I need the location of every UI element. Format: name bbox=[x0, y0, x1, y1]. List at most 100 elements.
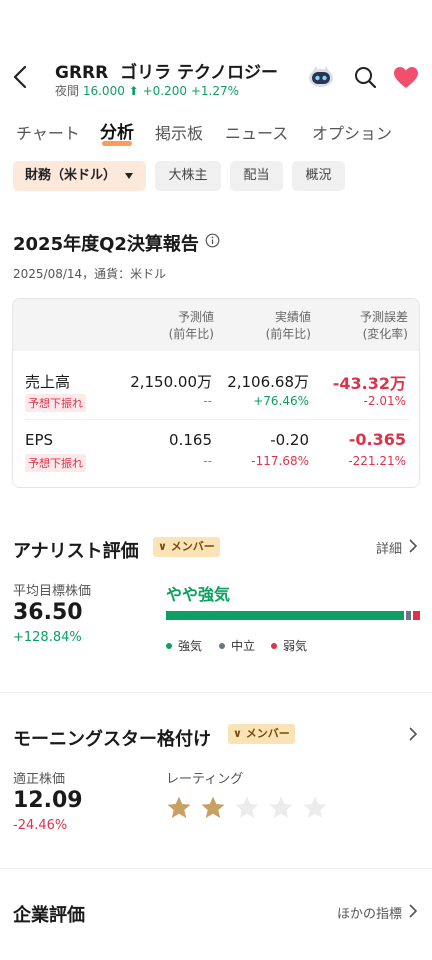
row-revenue-forecast: 2,150.00万 bbox=[130, 373, 212, 391]
analyst-title: アナリスト評価 bbox=[13, 541, 139, 562]
active-tab-indicator bbox=[102, 141, 132, 146]
col-forecast-header: 予測値 (前年比) bbox=[169, 309, 214, 343]
col-diff-line2: (変化率) bbox=[362, 327, 408, 341]
up-arrow-icon: ⬆ bbox=[128, 84, 139, 98]
fair-value-label: 適正株価 bbox=[13, 772, 66, 787]
ticker-symbol: GRRR bbox=[55, 63, 109, 83]
analyst-member-badge: ∨ メンバー bbox=[153, 537, 220, 557]
analyst-member-label: メンバー bbox=[170, 540, 215, 553]
member-crown-icon: ∨ bbox=[233, 727, 242, 740]
earnings-table-header: 予測値 (前年比) 実績値 (前年比) 予測誤差 (変化率) bbox=[13, 299, 419, 351]
company-name: ゴリラ テクノロジー bbox=[120, 63, 278, 83]
legend-buy-dot bbox=[166, 642, 172, 649]
tab-board[interactable]: 掲示板 bbox=[155, 120, 203, 144]
section-divider bbox=[0, 692, 432, 693]
rating-label: レーティング bbox=[166, 772, 244, 787]
session-label: 夜間 bbox=[55, 84, 80, 98]
rating-bar-sell bbox=[413, 611, 420, 620]
valuation-title: 企業評価 bbox=[13, 905, 85, 926]
col-actual-line1: 実績値 bbox=[274, 310, 311, 324]
morningstar-member-badge: ∨ メンバー bbox=[228, 724, 295, 744]
chip-financials-label: 財務（米ドル） bbox=[25, 168, 117, 183]
info-icon[interactable] bbox=[205, 233, 220, 248]
chevron-right-icon[interactable] bbox=[408, 904, 418, 918]
legend-sell: 弱気 bbox=[271, 637, 307, 654]
chevron-right-icon[interactable] bbox=[408, 539, 418, 553]
section-divider bbox=[0, 868, 432, 869]
rating-bar-buy bbox=[166, 611, 404, 620]
dropdown-caret-icon bbox=[125, 173, 133, 179]
row-revenue-badge: 予想下振れ bbox=[25, 394, 86, 412]
tab-analysis[interactable]: 分析 bbox=[100, 118, 134, 143]
earnings-title: 2025年度Q2決算報告 bbox=[13, 234, 199, 255]
star-empty-icon bbox=[269, 796, 293, 818]
row-eps-actual: -0.20 bbox=[270, 431, 309, 449]
back-arrow-icon[interactable] bbox=[10, 64, 32, 90]
fair-value: 12.09 bbox=[13, 788, 83, 813]
price-value: 16.000 bbox=[82, 84, 125, 98]
row-divider bbox=[25, 419, 409, 420]
favorite-heart-icon[interactable] bbox=[393, 66, 419, 90]
row-eps-label: EPS bbox=[25, 431, 54, 449]
chip-major-shareholders[interactable]: 大株主 bbox=[155, 161, 221, 191]
col-actual-line2: (前年比) bbox=[265, 327, 311, 341]
legend-hold-label: 中立 bbox=[231, 639, 256, 653]
fair-value-change: -24.46% bbox=[13, 818, 68, 833]
legend-hold: 中立 bbox=[219, 637, 255, 654]
target-price-value: 36.50 bbox=[13, 600, 83, 625]
price-line: 夜間 16.000 ⬆ +0.200 +1.27% bbox=[55, 82, 239, 99]
chip-overview[interactable]: 概況 bbox=[292, 161, 345, 191]
row-eps-diff-pct: -221.21% bbox=[348, 454, 406, 468]
legend-sell-label: 弱気 bbox=[283, 639, 308, 653]
legend-buy: 強気 bbox=[166, 637, 202, 654]
target-price-change: +128.84% bbox=[13, 630, 82, 645]
row-eps-actual-yoy: -117.68% bbox=[251, 454, 309, 468]
row-revenue-actual: 2,106.68万 bbox=[227, 373, 309, 391]
stock-header: GRRR ゴリラ テクノロジー 夜間 16.000 ⬆ +0.200 +1.27… bbox=[0, 54, 432, 104]
col-diff-header: 予測誤差 (変化率) bbox=[360, 309, 408, 343]
price-change-pct: +1.27% bbox=[190, 84, 239, 98]
star-empty-icon bbox=[235, 796, 259, 818]
member-crown-icon: ∨ bbox=[158, 540, 167, 553]
row-eps-forecast-yoy: -- bbox=[203, 454, 212, 468]
row-revenue-forecast-yoy: -- bbox=[203, 394, 212, 408]
search-icon[interactable] bbox=[353, 65, 377, 89]
row-revenue-actual-yoy: +76.46% bbox=[253, 394, 309, 408]
tab-chart[interactable]: チャート bbox=[16, 120, 80, 144]
price-change: +0.200 bbox=[142, 84, 187, 98]
stock-title: GRRR ゴリラ テクノロジー bbox=[55, 58, 278, 83]
star-filled-icon bbox=[201, 796, 225, 818]
col-actual-header: 実績値 (前年比) bbox=[266, 309, 311, 343]
morningstar-member-label: メンバー bbox=[245, 727, 290, 740]
earnings-meta: 2025/08/14，通貨：米ドル bbox=[13, 267, 167, 281]
star-filled-icon bbox=[167, 796, 191, 818]
row-eps-badge: 予想下振れ bbox=[25, 454, 86, 472]
star-empty-icon bbox=[303, 796, 327, 818]
row-revenue-label: 売上高 bbox=[25, 373, 71, 391]
chip-dividends[interactable]: 配当 bbox=[230, 161, 283, 191]
row-eps-diff: -0.365 bbox=[348, 430, 406, 449]
chip-financials[interactable]: 財務（米ドル） bbox=[13, 161, 146, 191]
legend-sell-dot bbox=[271, 642, 277, 649]
main-tabs: チャート 分析 掲示板 ニュース オプション bbox=[0, 118, 432, 148]
col-forecast-line2: (前年比) bbox=[168, 327, 214, 341]
target-price-label: 平均目標株価 bbox=[13, 584, 92, 599]
analyst-rating: やや強気 bbox=[166, 585, 231, 604]
valuation-more-link[interactable]: ほかの指標 bbox=[337, 903, 402, 922]
legend-hold-dot bbox=[219, 642, 225, 649]
col-forecast-line1: 予測値 bbox=[177, 310, 214, 324]
tab-news[interactable]: ニュース bbox=[225, 120, 288, 144]
rating-distribution-bar bbox=[166, 611, 420, 620]
row-eps-forecast: 0.165 bbox=[169, 431, 212, 449]
robot-assistant-icon[interactable] bbox=[307, 62, 335, 90]
tab-options[interactable]: オプション bbox=[312, 120, 392, 144]
morningstar-title: モーニングスター格付け bbox=[13, 729, 211, 750]
row-revenue-diff: -43.32万 bbox=[332, 374, 406, 393]
analyst-detail-link[interactable]: 詳細 bbox=[376, 538, 402, 557]
row-revenue-diff-pct: -2.01% bbox=[363, 394, 406, 408]
legend-buy-label: 強気 bbox=[178, 639, 203, 653]
chevron-right-icon[interactable] bbox=[408, 727, 418, 741]
col-diff-line1: 予測誤差 bbox=[359, 310, 408, 324]
earnings-table: 予測値 (前年比) 実績値 (前年比) 予測誤差 (変化率) 売上高 予想下振れ… bbox=[12, 298, 420, 488]
rating-bar-hold bbox=[406, 611, 411, 620]
